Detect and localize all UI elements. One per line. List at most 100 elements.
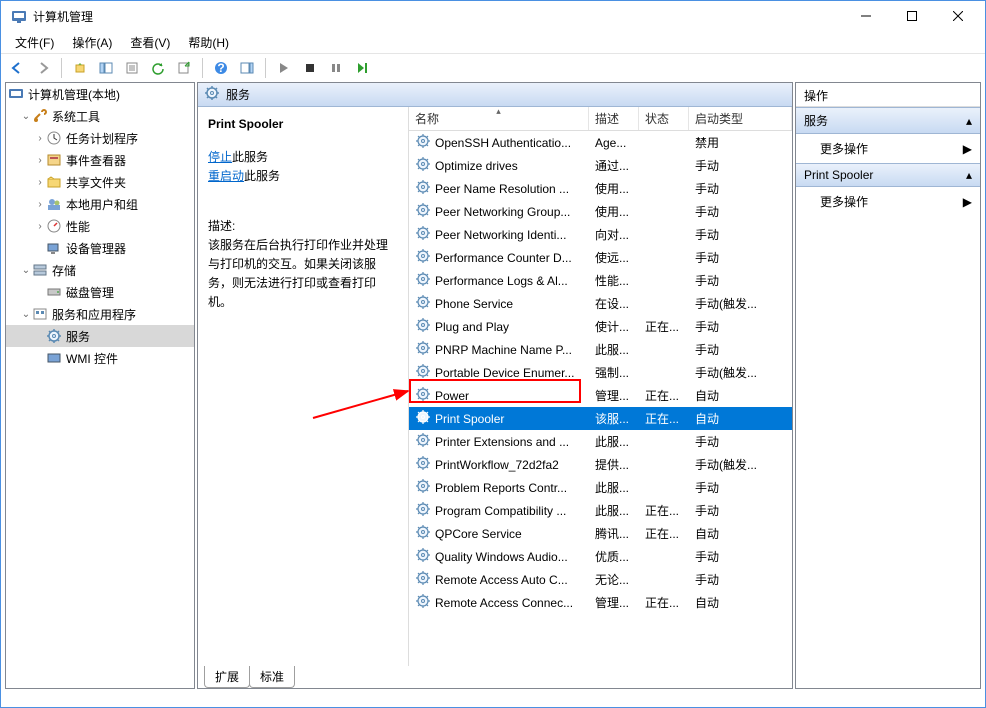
computer-icon <box>8 86 24 102</box>
start-service-button[interactable] <box>272 57 296 79</box>
toolbar: ? <box>1 54 985 82</box>
menu-view[interactable]: 查看(V) <box>122 32 178 53</box>
menu-file[interactable]: 文件(F) <box>7 32 62 53</box>
caret-down-icon[interactable]: ⌄ <box>20 111 32 122</box>
action-section-print-spooler[interactable]: Print Spooler ▴ <box>796 163 980 187</box>
tree-label: 性能 <box>66 218 90 235</box>
caret-right-icon[interactable]: › <box>34 177 46 188</box>
tree-wmi[interactable]: ›WMI 控件 <box>6 347 194 369</box>
action-section-services[interactable]: 服务 ▴ <box>796 107 980 134</box>
stop-service-button[interactable] <box>298 57 322 79</box>
tree-services[interactable]: ›服务 <box>6 325 194 347</box>
caret-right-icon[interactable]: › <box>34 199 46 210</box>
pause-service-button[interactable] <box>324 57 348 79</box>
tree-label: 服务 <box>66 328 90 345</box>
stop-link[interactable]: 停止 <box>208 150 232 164</box>
horizontal-scrollbar[interactable] <box>409 648 792 666</box>
service-row[interactable]: Power管理...正在...自动 <box>409 384 792 407</box>
tree-label: 本地用户和组 <box>66 196 138 213</box>
col-name[interactable]: ▴名称 <box>409 107 589 130</box>
action-more-services[interactable]: 更多操作 ▶ <box>796 134 980 163</box>
service-desc: 使用... <box>589 203 639 220</box>
service-row[interactable]: OpenSSH Authenticatio...Age...禁用 <box>409 131 792 154</box>
service-row[interactable]: Print Spooler该服...正在...自动 <box>409 407 792 430</box>
tab-extended[interactable]: 扩展 <box>204 666 250 688</box>
caret-down-icon[interactable]: ⌄ <box>20 309 32 320</box>
minimize-button[interactable] <box>843 1 889 31</box>
caret-down-icon[interactable]: ⌄ <box>20 265 32 276</box>
up-button[interactable] <box>68 57 92 79</box>
service-row[interactable]: Quality Windows Audio...优质...手动 <box>409 545 792 568</box>
service-row[interactable]: Plug and Play使计...正在...手动 <box>409 315 792 338</box>
tree-event-viewer[interactable]: ›事件查看器 <box>6 149 194 171</box>
service-start: 手动(触发... <box>689 456 792 473</box>
forward-button[interactable] <box>31 57 55 79</box>
col-desc[interactable]: 描述 <box>589 107 639 130</box>
tree-services-apps[interactable]: ⌄ 服务和应用程序 <box>6 303 194 325</box>
caret-right-icon[interactable]: › <box>34 155 46 166</box>
action-more-print-spooler[interactable]: 更多操作 ▶ <box>796 187 980 216</box>
service-row[interactable]: Peer Networking Identi...向对...手动 <box>409 223 792 246</box>
app-icon <box>11 8 27 24</box>
service-row[interactable]: Optimize drives通过...手动 <box>409 154 792 177</box>
tab-standard[interactable]: 标准 <box>249 666 295 688</box>
service-desc: 使用... <box>589 180 639 197</box>
service-name: Plug and Play <box>435 320 509 334</box>
caret-right-icon[interactable]: › <box>34 133 46 144</box>
service-row[interactable]: PrintWorkflow_72d2fa2提供...手动(触发... <box>409 453 792 476</box>
menu-help[interactable]: 帮助(H) <box>180 32 237 53</box>
tree-device-manager[interactable]: ›设备管理器 <box>6 237 194 259</box>
service-name: Peer Name Resolution ... <box>435 182 569 196</box>
service-list[interactable]: OpenSSH Authenticatio...Age...禁用Optimize… <box>409 131 792 648</box>
service-row[interactable]: Remote Access Connec...管理...正在...自动 <box>409 591 792 614</box>
maximize-button[interactable] <box>889 1 935 31</box>
service-row[interactable]: Printer Extensions and ...此服...手动 <box>409 430 792 453</box>
export-button[interactable] <box>172 57 196 79</box>
help-button[interactable]: ? <box>209 57 233 79</box>
service-start: 手动 <box>689 341 792 358</box>
tree-local-users[interactable]: › 本地用户和组 <box>6 193 194 215</box>
restart-service-button[interactable] <box>350 57 374 79</box>
service-row[interactable]: QPCore Service腾讯...正在...自动 <box>409 522 792 545</box>
tree-storage[interactable]: ⌄ 存储 <box>6 259 194 281</box>
tree-root[interactable]: 计算机管理(本地) <box>6 83 194 105</box>
col-start[interactable]: 启动类型 <box>689 107 792 130</box>
column-headers[interactable]: ▴名称 描述 状态 启动类型 <box>409 107 792 131</box>
tree-shared-folders[interactable]: ›共享文件夹 <box>6 171 194 193</box>
clock-icon <box>46 130 62 146</box>
show-hide-action-button[interactable] <box>235 57 259 79</box>
service-row[interactable]: Performance Logs & Al...性能...手动 <box>409 269 792 292</box>
service-desc: 管理... <box>589 387 639 404</box>
tree-performance[interactable]: › 性能 <box>6 215 194 237</box>
tree-task-scheduler[interactable]: ›任务计划程序 <box>6 127 194 149</box>
service-row[interactable]: PNRP Machine Name P...此服...手动 <box>409 338 792 361</box>
service-state: 正在... <box>639 387 689 404</box>
service-row[interactable]: Portable Device Enumer...强制...手动(触发... <box>409 361 792 384</box>
properties-button[interactable] <box>120 57 144 79</box>
show-hide-tree-button[interactable] <box>94 57 118 79</box>
menu-action[interactable]: 操作(A) <box>64 32 120 53</box>
title-bar: 计算机管理 <box>1 1 985 31</box>
refresh-button[interactable] <box>146 57 170 79</box>
bottom-tabs: 扩展 标准 <box>198 666 792 688</box>
service-row[interactable]: Peer Name Resolution ...使用...手动 <box>409 177 792 200</box>
service-row[interactable]: Peer Networking Group...使用...手动 <box>409 200 792 223</box>
performance-icon <box>46 218 62 234</box>
close-button[interactable] <box>935 1 981 31</box>
service-row[interactable]: Problem Reports Contr...此服...手动 <box>409 476 792 499</box>
service-name: QPCore Service <box>435 527 522 541</box>
tree-system-tools[interactable]: ⌄ 系统工具 <box>6 105 194 127</box>
caret-right-icon[interactable]: › <box>34 221 46 232</box>
service-row[interactable]: Phone Service在设...手动(触发... <box>409 292 792 315</box>
console-tree[interactable]: 计算机管理(本地) ⌄ 系统工具 ›任务计划程序 ›事件查看器 ›共享文件夹 <box>5 82 195 689</box>
back-button[interactable] <box>5 57 29 79</box>
service-state: 正在... <box>639 525 689 542</box>
restart-link[interactable]: 重启动 <box>208 169 244 183</box>
service-row[interactable]: Performance Counter D...使远...手动 <box>409 246 792 269</box>
col-state[interactable]: 状态 <box>639 107 689 130</box>
service-row[interactable]: Program Compatibility ...此服...正在...手动 <box>409 499 792 522</box>
tree-disk-management[interactable]: ›磁盘管理 <box>6 281 194 303</box>
service-row[interactable]: Remote Access Auto C...无论...手动 <box>409 568 792 591</box>
gear-icon <box>204 85 220 104</box>
service-desc: 优质... <box>589 548 639 565</box>
